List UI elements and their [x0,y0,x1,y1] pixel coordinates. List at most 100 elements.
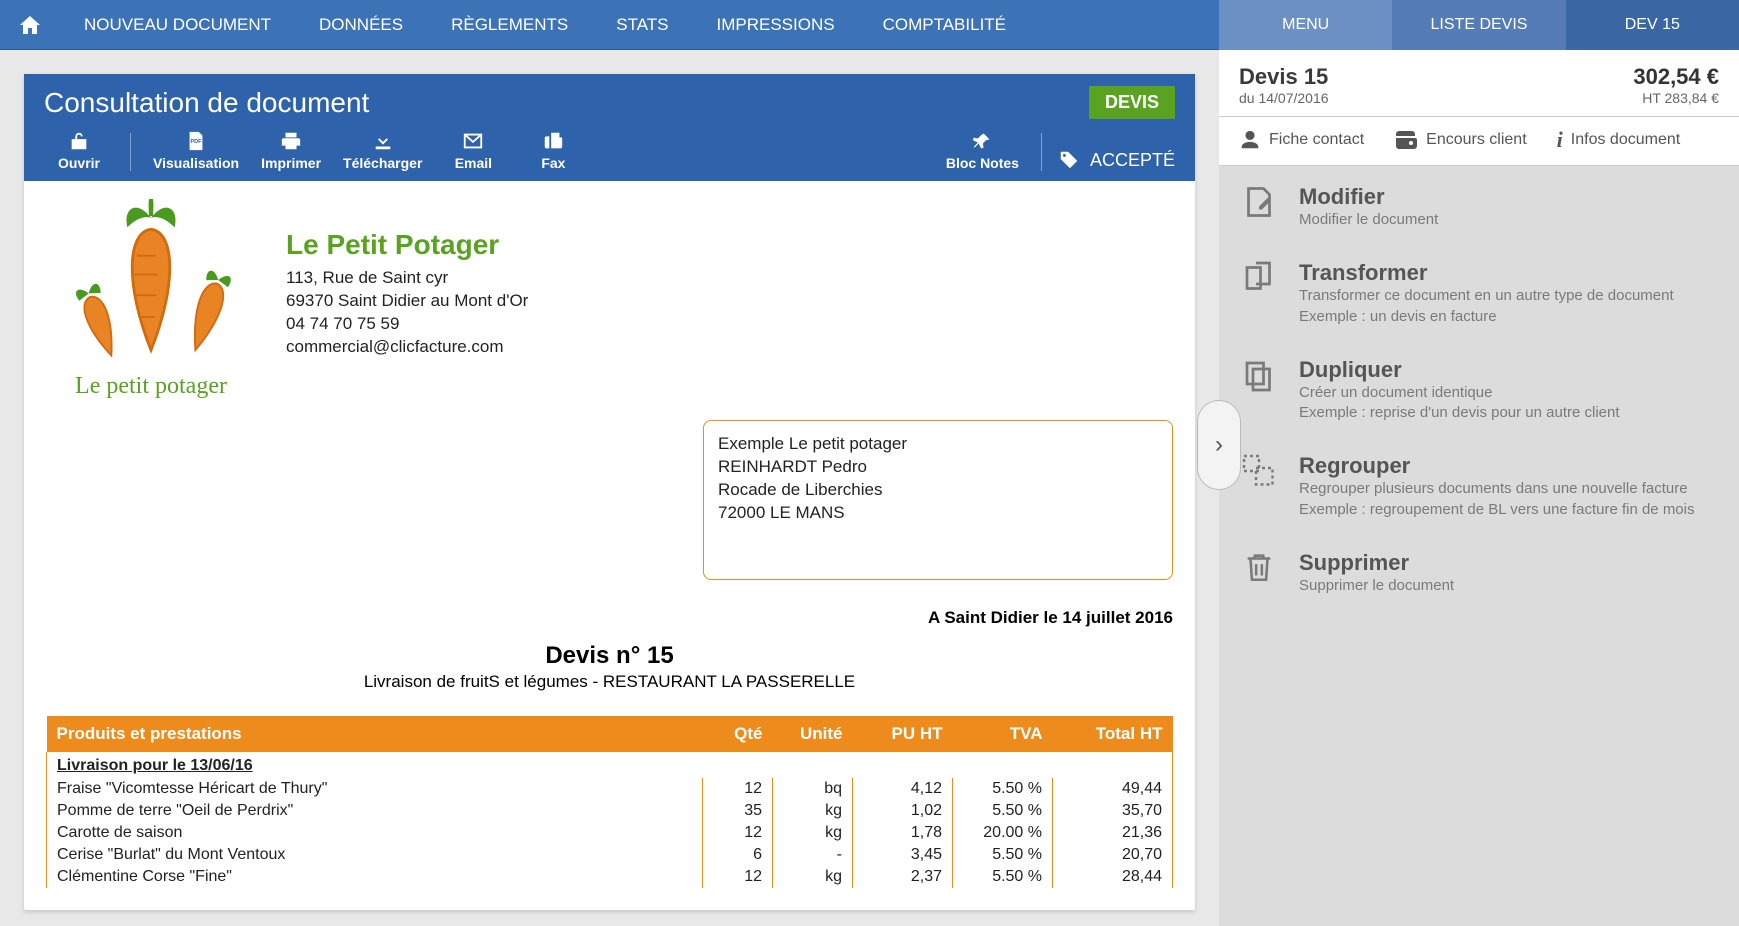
nav-nouveau-document[interactable]: NOUVEAU DOCUMENT [60,0,295,50]
trash-icon [1239,550,1279,596]
lines-table: Produits et prestations Qté Unité PU HT … [46,716,1173,888]
fax-button[interactable]: Fax [518,127,588,171]
nav-comptabilite[interactable]: COMPTABILITÉ [859,0,1030,50]
main-area: Consultation de document DEVIS Ouvrir PD… [0,50,1219,926]
table-cell: kg [773,800,853,822]
home-button[interactable] [0,13,60,37]
ouvrir-label: Ouvrir [50,155,108,171]
imprimer-button[interactable]: Imprimer [255,127,327,171]
table-cell: 12 [703,778,773,800]
document-toolbar: Ouvrir PDF Visualisation Imprimer Téléch… [24,119,1195,181]
tab-dev15[interactable]: DEV 15 [1566,0,1739,50]
nav-reglements[interactable]: RÈGLEMENTS [427,0,592,50]
right-panel: MENU LISTE DEVIS DEV 15 Devis 15 du 14/0… [1219,0,1739,926]
action-regrouper-title: Regrouper [1299,453,1695,479]
col-unite: Unité [773,716,853,752]
brand-text: Le petit potager [46,373,256,400]
toolbar-sep-2 [1041,133,1042,171]
action-modifier-desc: Modifier le document [1299,210,1438,230]
email-label: Email [444,155,502,171]
table-cell: kg [773,866,853,888]
company-logo: Le petit potager [46,199,256,400]
devis-badge[interactable]: DEVIS [1089,86,1175,119]
action-modifier[interactable]: Modifier Modifier le document [1239,184,1719,230]
encours-client-link[interactable]: Encours client [1394,130,1527,150]
right-actions-list: Modifier Modifier le document Transforme… [1219,166,1739,926]
accepte-button[interactable]: ACCEPTÉ [1058,149,1175,171]
client-l1: Exemple Le petit potager [718,433,1158,456]
table-cell: 4,12 [853,778,953,800]
table-cell: bq [773,778,853,800]
table-cell: 12 [703,822,773,844]
tab-liste-devis[interactable]: LISTE DEVIS [1392,0,1565,50]
blocnotes-label: Bloc Notes [946,155,1019,171]
table-cell: 5.50 % [953,778,1053,800]
table-row: Carotte de saison12kg1,7820.00 %21,36 [47,822,1173,844]
table-cell: Clémentine Corse "Fine" [47,866,703,888]
table-row: Clémentine Corse "Fine"12kg2,375.50 %28,… [47,866,1173,888]
page-title: Consultation de document [44,87,369,119]
doc-title: Devis n° 15 [24,642,1195,670]
right-header: Devis 15 du 14/07/2016 302,54 € HT 283,8… [1219,50,1739,117]
table-cell: 6 [703,844,773,866]
client-l3: Rocade de Liberchies [718,479,1158,502]
doc-city-date: A Saint Didier le 14 juillet 2016 [24,608,1195,628]
table-cell: kg [773,822,853,844]
action-transformer-desc: Transformer ce document en un autre type… [1299,286,1674,327]
table-cell: 20.00 % [953,822,1053,844]
accepte-label: ACCEPTÉ [1090,150,1175,171]
visualisation-label: Visualisation [153,155,239,171]
nav-impressions[interactable]: IMPRESSIONS [693,0,859,50]
duplicate-icon [1239,357,1279,424]
email-button[interactable]: Email [438,127,508,171]
person-icon [1239,129,1261,151]
table-cell: 5.50 % [953,844,1053,866]
unlock-icon [50,127,108,153]
table-cell: 28,44 [1053,866,1173,888]
infos-document-link[interactable]: i Infos document [1557,127,1681,153]
nav-stats[interactable]: STATS [592,0,692,50]
document-header: Consultation de document DEVIS [24,74,1195,119]
action-regrouper[interactable]: Regrouper Regrouper plusieurs documents … [1239,453,1719,520]
table-cell: 35,70 [1053,800,1173,822]
action-supprimer[interactable]: Supprimer Supprimer le document [1239,550,1719,596]
info-icon: i [1557,127,1563,153]
tag-icon [1058,149,1080,171]
fiche-contact-link[interactable]: Fiche contact [1239,129,1364,151]
company-addr1: 113, Rue de Saint cyr [286,267,528,290]
action-modifier-title: Modifier [1299,184,1438,210]
col-totalht: Total HT [1053,716,1173,752]
blocnotes-button[interactable]: Bloc Notes [940,127,1025,171]
nav-donnees[interactable]: DONNÉES [295,0,427,50]
fax-icon [524,127,582,153]
table-cell: 49,44 [1053,778,1173,800]
table-cell: Pomme de terre "Oeil de Perdrix" [47,800,703,822]
tab-menu[interactable]: MENU [1219,0,1392,50]
table-cell: 1,78 [853,822,953,844]
ouvrir-button[interactable]: Ouvrir [44,127,114,171]
toolbar-sep-1 [130,133,131,171]
table-cell: 12 [703,866,773,888]
infos-document-label: Infos document [1571,131,1680,149]
table-cell: - [773,844,853,866]
company-addr2: 69370 Saint Didier au Mont d'Or [286,290,528,313]
printer-icon [261,127,321,153]
fax-label: Fax [524,155,582,171]
company-email: commercial@clicfacture.com [286,336,528,359]
right-tabs: MENU LISTE DEVIS DEV 15 [1219,0,1739,50]
telecharger-button[interactable]: Télécharger [337,127,428,171]
action-dupliquer[interactable]: Dupliquer Créer un document identiqueExe… [1239,357,1719,424]
right-info-bar: Fiche contact Encours client i Infos doc… [1219,117,1739,166]
right-date: du 14/07/2016 [1239,90,1329,106]
col-tva: TVA [953,716,1053,752]
telecharger-label: Télécharger [343,155,422,171]
table-cell: 3,45 [853,844,953,866]
table-cell: 2,37 [853,866,953,888]
table-row: Pomme de terre "Oeil de Perdrix"35kg1,02… [47,800,1173,822]
table-header-row: Produits et prestations Qté Unité PU HT … [47,716,1173,752]
table-cell: Cerise "Burlat" du Mont Ventoux [47,844,703,866]
action-transformer[interactable]: Transformer Transformer ce document en u… [1239,260,1719,327]
col-puht: PU HT [853,716,953,752]
visualisation-button[interactable]: PDF Visualisation [147,127,245,171]
svg-text:PDF: PDF [191,139,203,145]
